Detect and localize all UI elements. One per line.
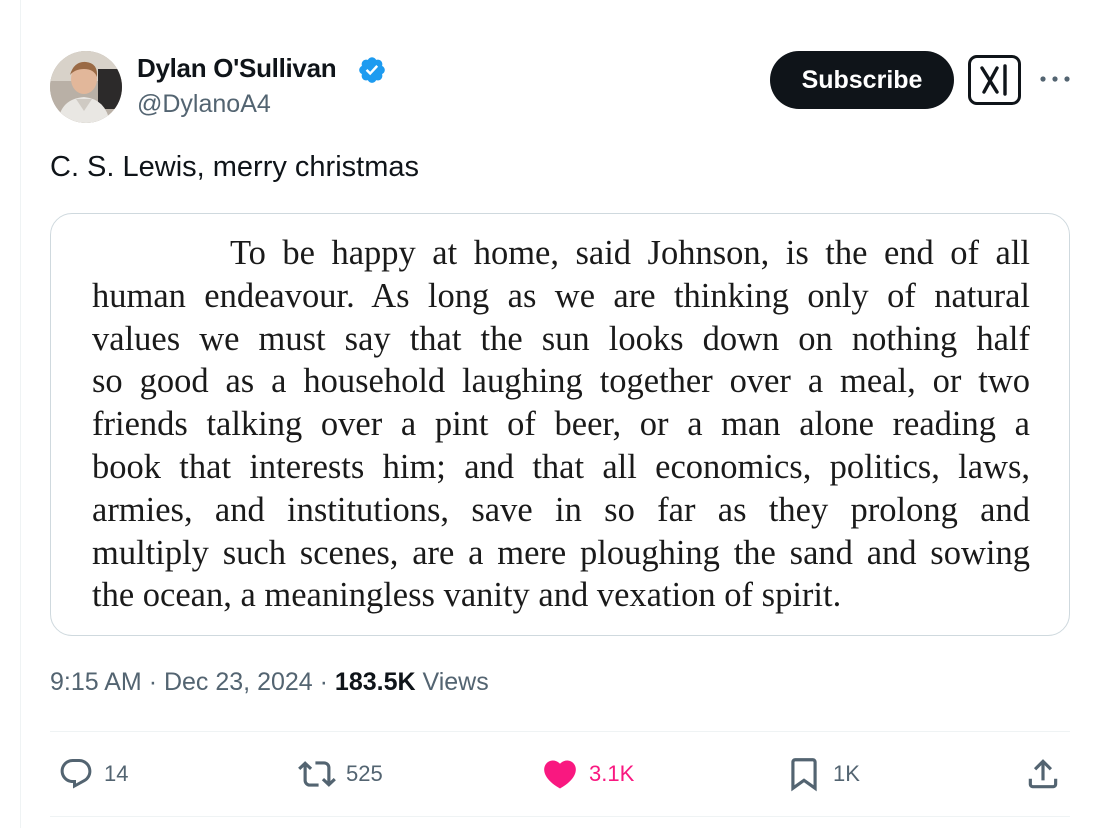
quote-line: friends talking over a pint of beer, or …: [92, 405, 1030, 444]
reply-count: 14: [104, 761, 129, 786]
quote-line: human endeavour. As long as we are think…: [92, 276, 1030, 315]
quote-line: so good as a household laughing together…: [92, 362, 1030, 401]
quote-line: multiply such scenes, are a mere ploughi…: [92, 533, 1030, 572]
views-label: Views: [422, 668, 489, 696]
quote-line: the ocean, a meaningless vanity and vexa…: [92, 576, 842, 615]
tweet-date[interactable]: Dec 23, 2024: [164, 668, 313, 696]
views-count: 183.5K: [334, 668, 416, 696]
repost-button[interactable]: 525: [298, 752, 383, 796]
verified-badge-icon[interactable]: [357, 55, 387, 85]
divider: [50, 731, 1070, 732]
repost-count: 525: [346, 761, 383, 786]
reply-button[interactable]: 14: [58, 752, 128, 796]
like-icon: [544, 760, 576, 789]
bookmark-count: 1K: [833, 761, 860, 786]
quote-line: book that interests him; and that all ec…: [92, 447, 1030, 486]
share-icon: [1028, 759, 1058, 789]
tweet-media-image[interactable]: To be happy at home, said Johnson, is th…: [50, 213, 1070, 636]
meta-separator: ·: [148, 668, 158, 696]
more-dots-icon[interactable]: [1038, 64, 1072, 94]
tweet-meta: 9:15 AM · Dec 23, 2024 · 183.5K Views: [50, 668, 489, 697]
divider: [50, 816, 1070, 817]
meta-separator: ·: [319, 668, 328, 696]
avatar[interactable]: [50, 51, 122, 123]
reply-icon: [60, 759, 92, 789]
like-count: 3.1K: [589, 761, 635, 786]
share-button[interactable]: [1024, 752, 1062, 796]
book-quote-image-text: To be happy at home, said Johnson, is th…: [92, 232, 1030, 617]
tweet-text: C. S. Lewis, merry christmas: [50, 151, 419, 183]
timeline-border: [20, 0, 21, 828]
tweet-time[interactable]: 9:15 AM: [50, 668, 142, 696]
author-display-name[interactable]: Dylan O'Sullivan: [137, 53, 337, 84]
grok-icon[interactable]: [968, 55, 1021, 105]
quote-line: To be happy at home, said Johnson, is th…: [230, 234, 1030, 272]
author-handle[interactable]: @DylanoA4: [137, 90, 271, 119]
subscribe-button[interactable]: Subscribe: [770, 51, 954, 109]
quote-line: values we must say that the sun looks do…: [92, 319, 1030, 358]
quote-line: armies, and institutions, save in so far…: [92, 490, 1030, 529]
repost-icon: [298, 761, 336, 787]
like-button[interactable]: 3.1K: [541, 752, 634, 796]
bookmark-button[interactable]: 1K: [785, 752, 860, 796]
bookmark-icon: [791, 758, 817, 792]
